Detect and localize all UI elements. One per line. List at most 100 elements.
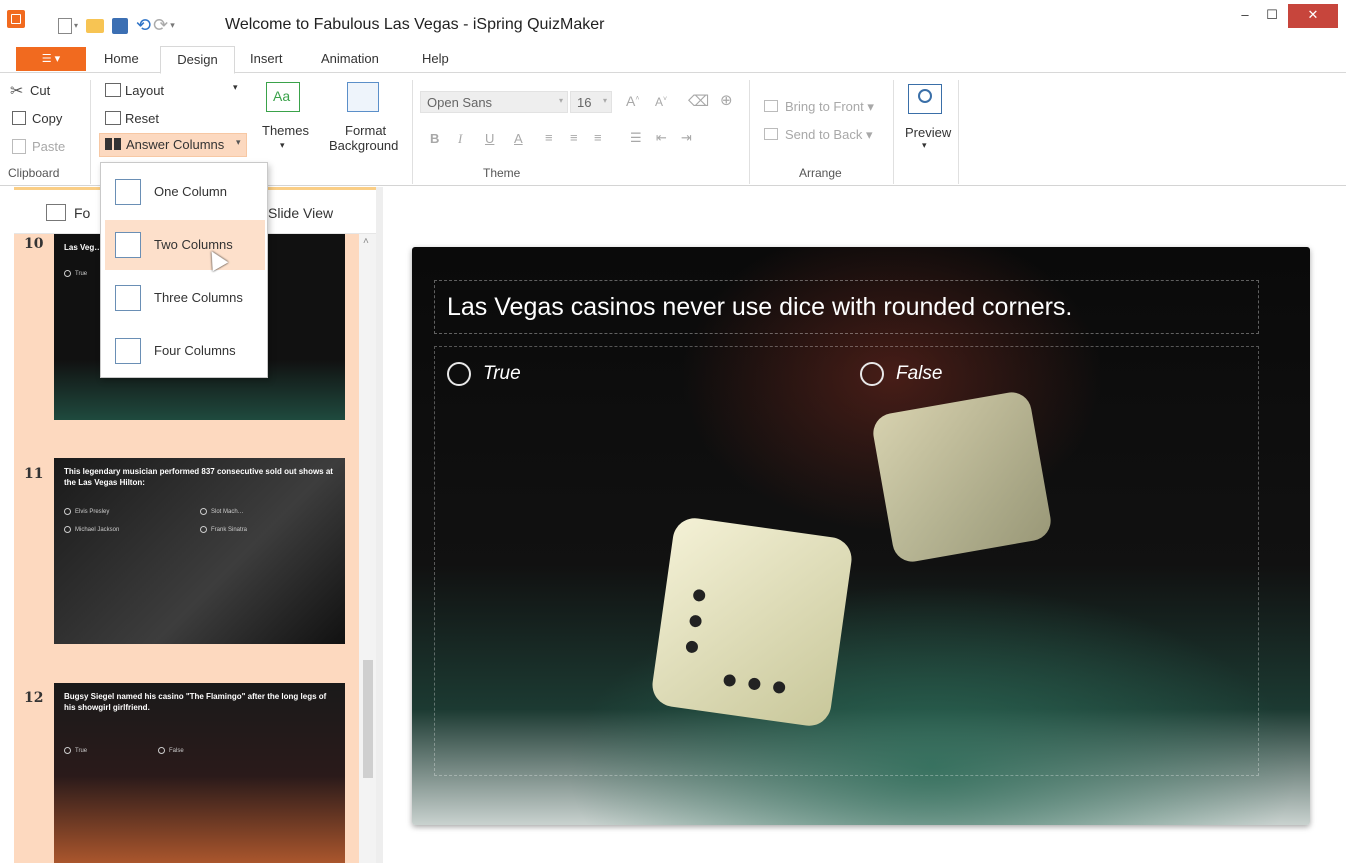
themes-button[interactable]: Themes xyxy=(262,123,309,138)
align-left-icon[interactable]: ≡ xyxy=(545,130,553,145)
language-icon[interactable]: ⊕ xyxy=(720,91,733,109)
copy-button[interactable]: Copy xyxy=(12,111,62,126)
send-to-back-button[interactable]: Send to Back ▾ xyxy=(764,127,872,143)
window-title: Welcome to Fabulous Las Vegas - iSpring … xyxy=(225,16,605,33)
slide-thumbnail-12[interactable]: Bugsy Siegel named his casino "The Flami… xyxy=(54,683,345,863)
align-right-icon[interactable]: ≡ xyxy=(594,130,602,145)
slide-number: 10 xyxy=(24,236,44,252)
paste-icon xyxy=(12,139,26,154)
menu-item-one-column[interactable]: One Column xyxy=(105,167,265,217)
thumbnail-option: True xyxy=(64,270,87,277)
underline-button[interactable]: U xyxy=(485,131,494,146)
group-separator xyxy=(749,80,750,184)
slide-preview[interactable]: Las Vegas casinos never use dice with ro… xyxy=(412,247,1310,825)
answers-box[interactable]: True False xyxy=(434,346,1259,776)
columns-icon xyxy=(105,138,121,150)
slide-number: 12 xyxy=(24,690,44,706)
chevron-down-icon: ▾ xyxy=(233,82,238,92)
form-view-icon[interactable] xyxy=(46,204,66,221)
format-background-line2[interactable]: Background xyxy=(329,138,398,153)
maximize-button[interactable]: ☐ xyxy=(1259,4,1285,28)
layout-button[interactable]: Layout ▾ xyxy=(105,82,238,98)
new-document-icon[interactable] xyxy=(58,17,72,34)
thumbnail-option: True xyxy=(64,747,87,754)
two-columns-icon xyxy=(115,232,141,258)
answer-option[interactable]: True xyxy=(447,362,521,386)
clipboard-group-label: Clipboard xyxy=(8,166,60,180)
app-icon[interactable] xyxy=(7,10,25,28)
thumbnail-question: Bugsy Siegel named his casino "The Flami… xyxy=(64,692,327,712)
panel-splitter[interactable] xyxy=(376,187,383,863)
answer-columns-button[interactable]: Answer Columns ▾ xyxy=(99,133,247,157)
redo-icon[interactable]: ⟳ xyxy=(153,15,168,36)
increase-indent-icon[interactable]: ⇥ xyxy=(681,130,692,146)
theme-group-label: Theme xyxy=(483,166,521,180)
save-icon[interactable] xyxy=(112,17,129,34)
shrink-font-icon[interactable]: A˅ xyxy=(655,95,667,109)
menu-item-three-columns[interactable]: Three Columns xyxy=(105,273,265,323)
menu-item-four-columns[interactable]: Four Columns xyxy=(105,326,265,376)
thumbnail-option: Frank Sinatra xyxy=(200,526,247,533)
chevron-down-icon: ▾ xyxy=(558,96,563,105)
slide-view-tab[interactable]: Slide View xyxy=(268,205,333,221)
tab-insert[interactable]: Insert xyxy=(250,47,283,73)
one-column-icon xyxy=(115,179,141,205)
thumbnail-option: Elvis Presley xyxy=(64,508,109,515)
radio-icon xyxy=(447,362,471,386)
slide-thumbnail-11[interactable]: This legendary musician performed 837 co… xyxy=(54,458,345,644)
decrease-indent-icon[interactable]: ⇤ xyxy=(656,130,667,146)
paste-button[interactable]: Paste xyxy=(12,139,65,154)
preview-button[interactable]: Preview xyxy=(905,125,951,140)
scissors-icon: ✂ xyxy=(10,83,24,100)
align-center-icon[interactable]: ≡ xyxy=(570,130,578,145)
tab-design[interactable]: Design xyxy=(160,46,235,74)
file-menu-button[interactable]: ☰ ▾ xyxy=(16,47,86,71)
grow-font-icon[interactable]: A˄ xyxy=(626,93,639,109)
chevron-down-icon: ▾ xyxy=(922,140,927,150)
close-button[interactable]: ✕ xyxy=(1288,4,1338,28)
paint-bucket-icon[interactable] xyxy=(347,82,379,112)
clear-format-icon[interactable]: ⌫ xyxy=(688,92,709,110)
open-folder-icon[interactable] xyxy=(86,18,105,33)
customize-icon[interactable]: ▾ xyxy=(170,20,175,31)
chevron-down-icon: ▾ xyxy=(602,96,607,105)
cut-button[interactable]: ✂ Cut xyxy=(10,83,50,100)
minimize-button[interactable]: – xyxy=(1232,4,1258,28)
question-text-box[interactable]: Las Vegas casinos never use dice with ro… xyxy=(434,280,1259,334)
answer-columns-menu: One Column Two Columns Three Columns Fou… xyxy=(100,162,268,378)
group-separator xyxy=(893,80,894,184)
thumbnail-option: False xyxy=(158,747,184,754)
dropdown-arrow-icon[interactable]: ▾ xyxy=(74,21,78,30)
slide-list-scrollbar[interactable]: ˄ xyxy=(359,234,376,863)
undo-icon[interactable]: ⟲ xyxy=(136,15,151,36)
reset-icon xyxy=(105,111,121,125)
layout-icon xyxy=(105,83,121,97)
menu-item-two-columns[interactable]: Two Columns xyxy=(105,220,265,270)
thumbnail-option: Slot Mach… xyxy=(200,508,244,515)
themes-icon[interactable]: Aa xyxy=(266,82,300,112)
bring-front-icon xyxy=(764,100,778,112)
three-columns-icon xyxy=(115,285,141,311)
thumbnail-question: This legendary musician performed 837 co… xyxy=(64,467,333,487)
scroll-up-icon[interactable]: ˄ xyxy=(363,236,369,247)
answer-option[interactable]: False xyxy=(860,362,942,386)
font-family-select[interactable]: Open Sans ▾ xyxy=(420,91,568,113)
magnifier-icon[interactable] xyxy=(908,84,942,114)
chevron-down-icon: ▾ xyxy=(280,140,285,150)
tab-help[interactable]: Help xyxy=(422,47,449,73)
copy-icon xyxy=(12,111,26,125)
form-view-tab[interactable]: Fo xyxy=(74,205,90,221)
italic-button[interactable]: I xyxy=(458,131,462,147)
font-size-select[interactable]: 16 ▾ xyxy=(570,91,612,113)
arrange-group-label: Arrange xyxy=(799,166,842,180)
tab-home[interactable]: Home xyxy=(104,47,139,73)
font-color-button[interactable]: A xyxy=(514,131,523,146)
format-background-line1[interactable]: Format xyxy=(345,123,386,138)
reset-button[interactable]: Reset xyxy=(105,111,159,126)
bring-to-front-button[interactable]: Bring to Front ▾ xyxy=(764,99,874,115)
bullet-list-icon[interactable]: ☰ xyxy=(630,130,642,146)
scrollbar-thumb[interactable] xyxy=(363,660,373,778)
quick-access-toolbar: ▾ ⟲ ⟳ ▾ xyxy=(58,15,175,36)
bold-button[interactable]: B xyxy=(430,131,439,146)
tab-animation[interactable]: Animation xyxy=(321,47,379,73)
